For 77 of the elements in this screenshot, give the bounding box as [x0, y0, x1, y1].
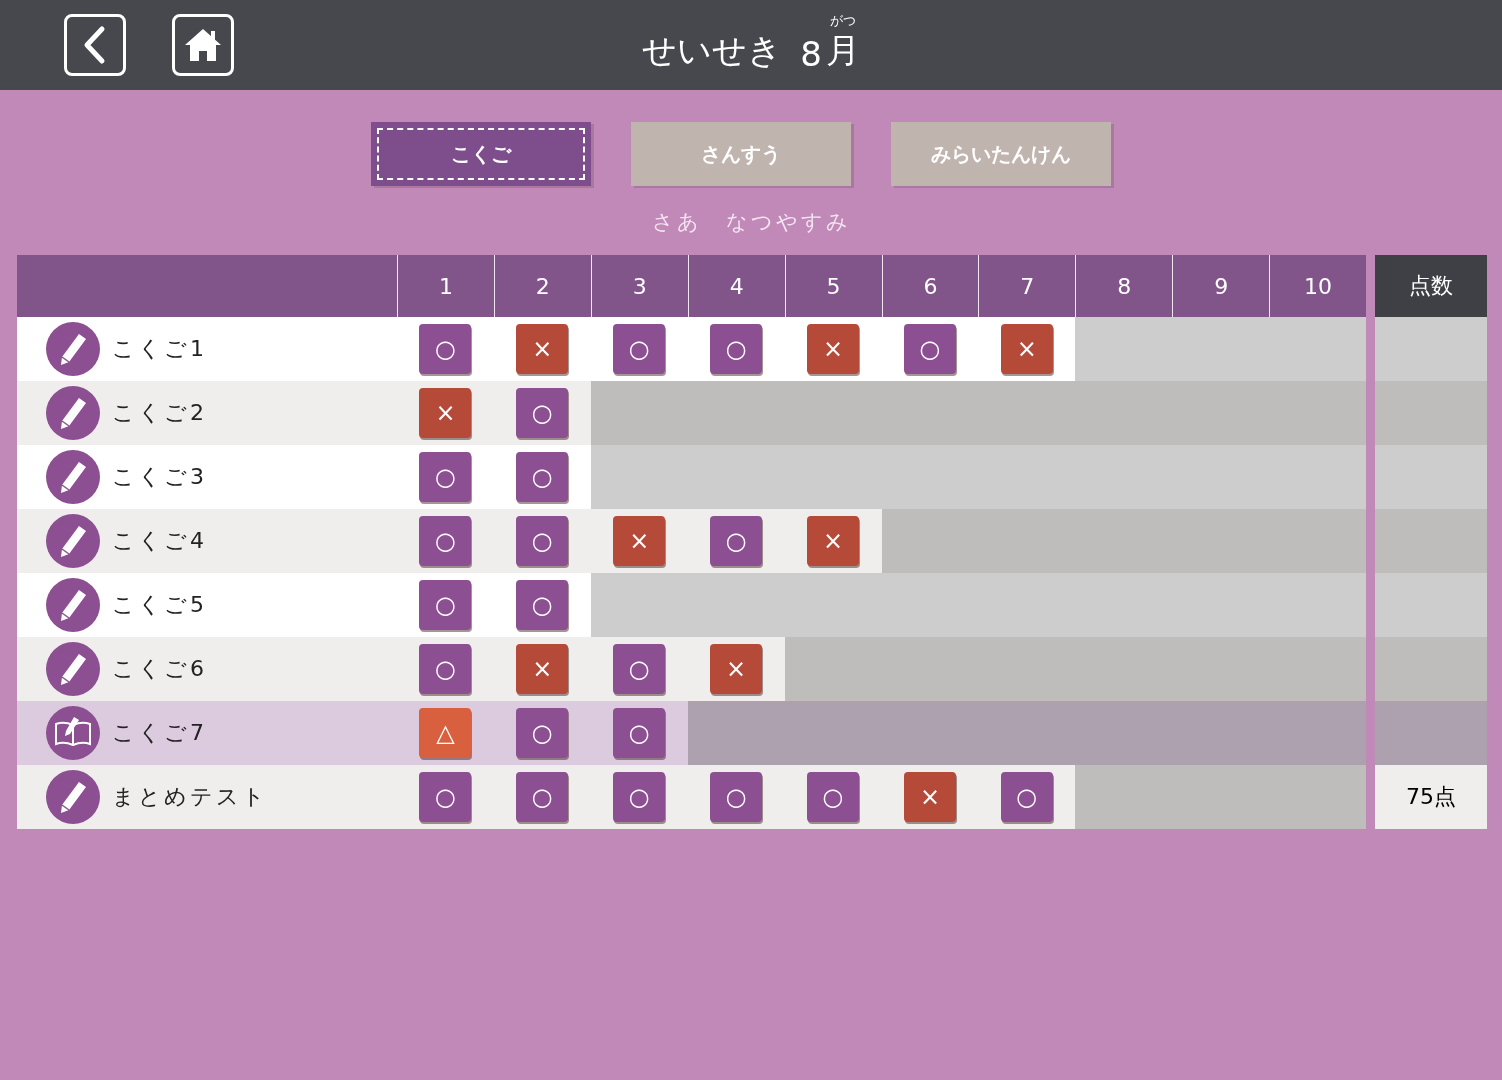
lesson-name: まとめテスト [112, 783, 268, 811]
result-mark[interactable]: × [516, 324, 569, 374]
book-pencil-icon [46, 706, 100, 760]
column-header: 1 [397, 255, 494, 317]
result-mark[interactable]: ○ [419, 644, 472, 694]
result-mark[interactable]: ○ [710, 324, 763, 374]
column-header: 6 [881, 255, 979, 317]
lesson-cell[interactable]: こくご7 [17, 701, 397, 765]
result-mark[interactable]: ○ [613, 772, 666, 822]
result-mark[interactable]: ○ [516, 708, 569, 758]
pencil-icon [46, 386, 100, 440]
column-header: 2 [493, 255, 591, 317]
month-number: 8 [800, 34, 822, 74]
lesson-cell[interactable]: こくご1 [17, 317, 397, 381]
result-mark[interactable]: × [419, 388, 472, 438]
pencil-icon [46, 642, 100, 696]
score-cell: 75点 [1375, 765, 1487, 829]
lesson-cell[interactable]: こくご2 [17, 381, 397, 445]
subject-tab[interactable]: こくご [371, 122, 591, 186]
home-icon [184, 27, 222, 63]
result-mark[interactable]: ○ [613, 708, 666, 758]
result-mark[interactable]: × [807, 516, 860, 566]
result-mark[interactable]: ○ [516, 388, 569, 438]
lesson-cell[interactable]: こくご6 [17, 637, 397, 701]
result-mark[interactable]: ○ [1000, 772, 1053, 822]
column-header: 7 [978, 255, 1076, 317]
result-mark[interactable]: ○ [710, 516, 763, 566]
month-kanji: 月 [825, 29, 860, 72]
column-header: 4 [687, 255, 785, 317]
pencil-icon [46, 770, 100, 824]
page-title: せいせき [642, 29, 783, 72]
lesson-name: こくご6 [112, 655, 207, 683]
lesson-cell[interactable]: まとめテスト [17, 765, 397, 829]
result-mark[interactable]: × [1000, 324, 1053, 374]
pencil-icon [46, 322, 100, 376]
back-button[interactable] [64, 14, 126, 76]
lesson-name: こくご5 [112, 591, 207, 619]
pencil-icon [46, 450, 100, 504]
lesson-name: こくご4 [112, 527, 207, 555]
result-mark[interactable]: ○ [419, 324, 472, 374]
column-header: 9 [1172, 255, 1270, 317]
lesson-name: こくご3 [112, 463, 207, 491]
month-reading: がつ [829, 14, 856, 27]
result-mark[interactable]: △ [419, 708, 472, 758]
result-mark[interactable]: ○ [516, 580, 569, 630]
result-mark[interactable]: × [807, 324, 860, 374]
result-mark[interactable]: × [613, 516, 666, 566]
result-mark[interactable]: ○ [613, 324, 666, 374]
lesson-name: こくご1 [112, 335, 207, 363]
column-header: 10 [1269, 255, 1366, 317]
result-mark[interactable]: ○ [710, 772, 763, 822]
lesson-cell[interactable]: こくご3 [17, 445, 397, 509]
result-mark[interactable]: ○ [516, 772, 569, 822]
result-mark[interactable]: ○ [807, 772, 860, 822]
lesson-name: こくご7 [112, 719, 207, 747]
pencil-icon [46, 514, 100, 568]
lesson-name: こくご2 [112, 399, 207, 427]
lesson-cell[interactable]: こくご4 [17, 509, 397, 573]
subtitle: さあ なつやすみ [650, 209, 852, 236]
home-button[interactable] [172, 14, 234, 76]
result-mark[interactable]: × [903, 772, 956, 822]
result-mark[interactable]: × [516, 644, 569, 694]
column-header: 3 [590, 255, 688, 317]
result-mark[interactable]: ○ [613, 644, 666, 694]
result-mark[interactable]: ○ [419, 516, 472, 566]
pencil-icon [46, 578, 100, 632]
lesson-cell[interactable]: こくご5 [17, 573, 397, 637]
result-mark[interactable]: × [710, 644, 763, 694]
result-mark[interactable]: ○ [516, 452, 569, 502]
result-mark[interactable]: ○ [516, 516, 569, 566]
score-header: 点数 [1375, 255, 1487, 317]
result-mark[interactable]: ○ [419, 580, 472, 630]
column-header: 8 [1075, 255, 1173, 317]
result-mark[interactable]: ○ [419, 772, 472, 822]
result-mark[interactable]: ○ [419, 452, 472, 502]
result-mark[interactable]: ○ [903, 324, 956, 374]
column-header: 5 [784, 255, 882, 317]
